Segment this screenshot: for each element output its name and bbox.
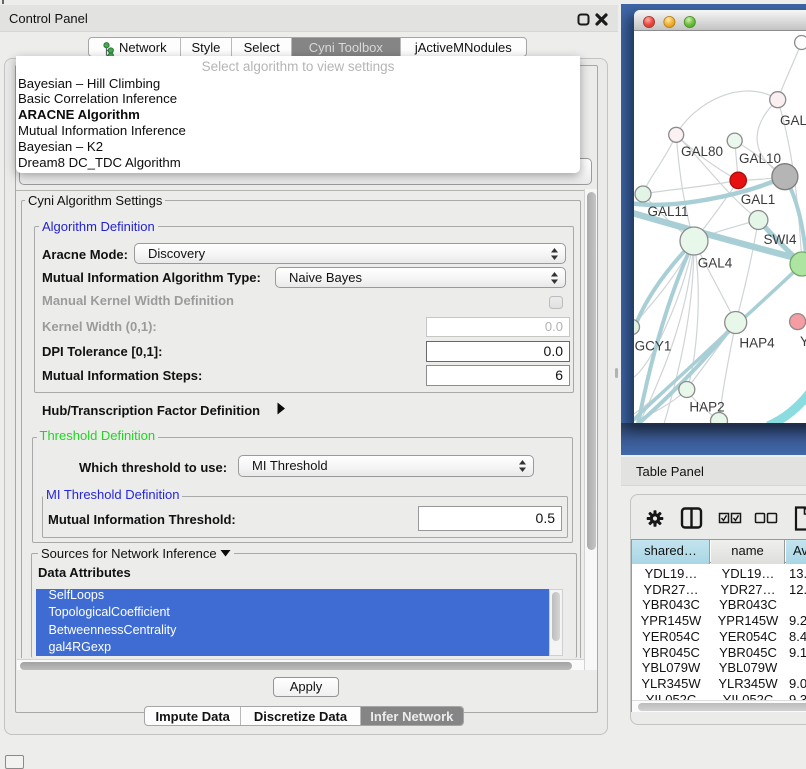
svg-text:HAP2: HAP2 bbox=[689, 399, 724, 414]
svg-text:HAP4: HAP4 bbox=[739, 335, 775, 350]
svg-text:GAL10: GAL10 bbox=[739, 151, 781, 166]
svg-text:GCY1: GCY1 bbox=[635, 338, 672, 353]
svg-text:GAL1: GAL1 bbox=[741, 192, 776, 207]
svg-text:GAL4: GAL4 bbox=[698, 255, 733, 270]
svg-text:GAL2: GAL2 bbox=[780, 113, 806, 128]
svg-text:GAL11: GAL11 bbox=[647, 204, 688, 219]
svg-text:GAL80: GAL80 bbox=[681, 144, 723, 159]
svg-text:Y: Y bbox=[800, 334, 806, 349]
svg-text:SWI4: SWI4 bbox=[763, 232, 796, 247]
